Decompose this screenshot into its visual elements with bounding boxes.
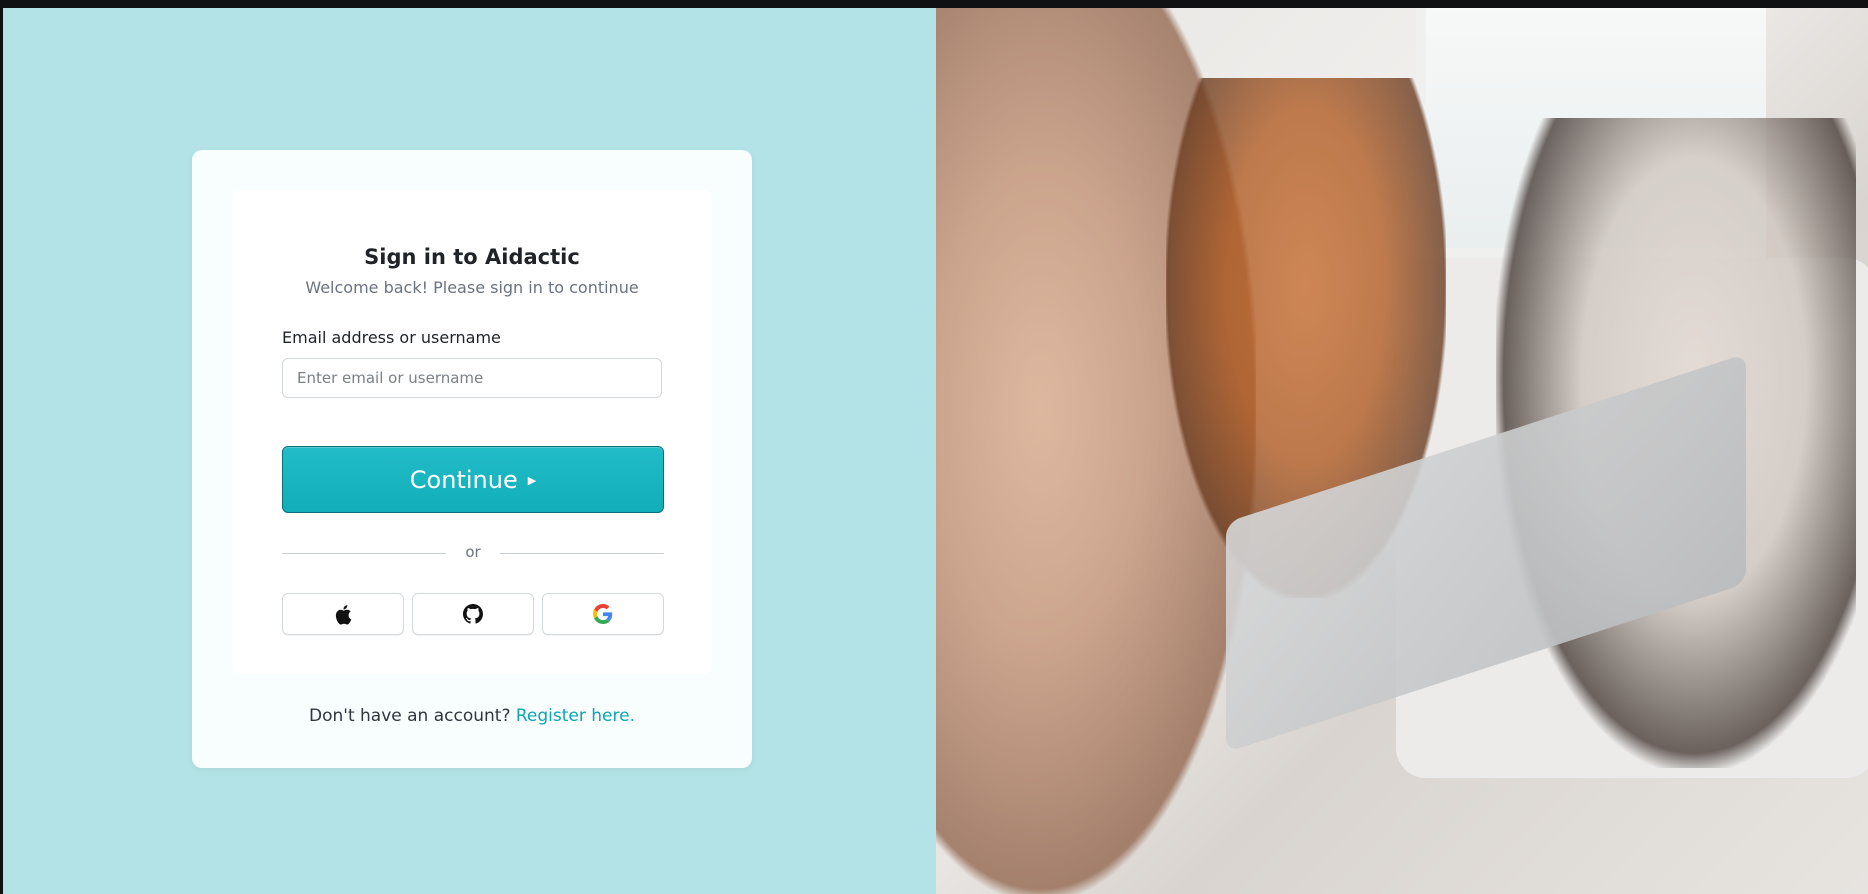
- hero-photo: [936, 8, 1868, 894]
- register-row: Don't have an account? Register here.: [192, 706, 752, 726]
- email-label: Email address or username: [282, 328, 501, 347]
- google-icon: [593, 604, 613, 624]
- continue-button[interactable]: Continue ▶: [282, 446, 664, 513]
- google-signin-button[interactable]: [542, 593, 664, 635]
- apple-icon: [334, 604, 352, 625]
- page-title: Sign in to Aidactic: [364, 245, 580, 269]
- register-link[interactable]: Register here.: [516, 706, 635, 726]
- caret-right-icon: ▶: [527, 474, 537, 487]
- register-prompt: Don't have an account?: [309, 706, 511, 726]
- signin-form: Sign in to Aidactic Welcome back! Please…: [232, 190, 712, 674]
- github-signin-button[interactable]: [412, 593, 534, 635]
- continue-button-label: Continue: [409, 465, 518, 494]
- page-subtitle: Welcome back! Please sign in to continue: [305, 278, 639, 297]
- divider-text: or: [465, 543, 481, 561]
- or-divider: or: [282, 543, 664, 563]
- divider-line-right: [500, 553, 664, 554]
- signin-panel: Sign in to Aidactic Welcome back! Please…: [3, 8, 936, 894]
- github-icon: [463, 604, 483, 624]
- top-bar: [0, 0, 1868, 8]
- social-login-row: [282, 593, 664, 635]
- email-input[interactable]: [282, 358, 662, 398]
- signin-card: Sign in to Aidactic Welcome back! Please…: [192, 150, 752, 768]
- apple-signin-button[interactable]: [282, 593, 404, 635]
